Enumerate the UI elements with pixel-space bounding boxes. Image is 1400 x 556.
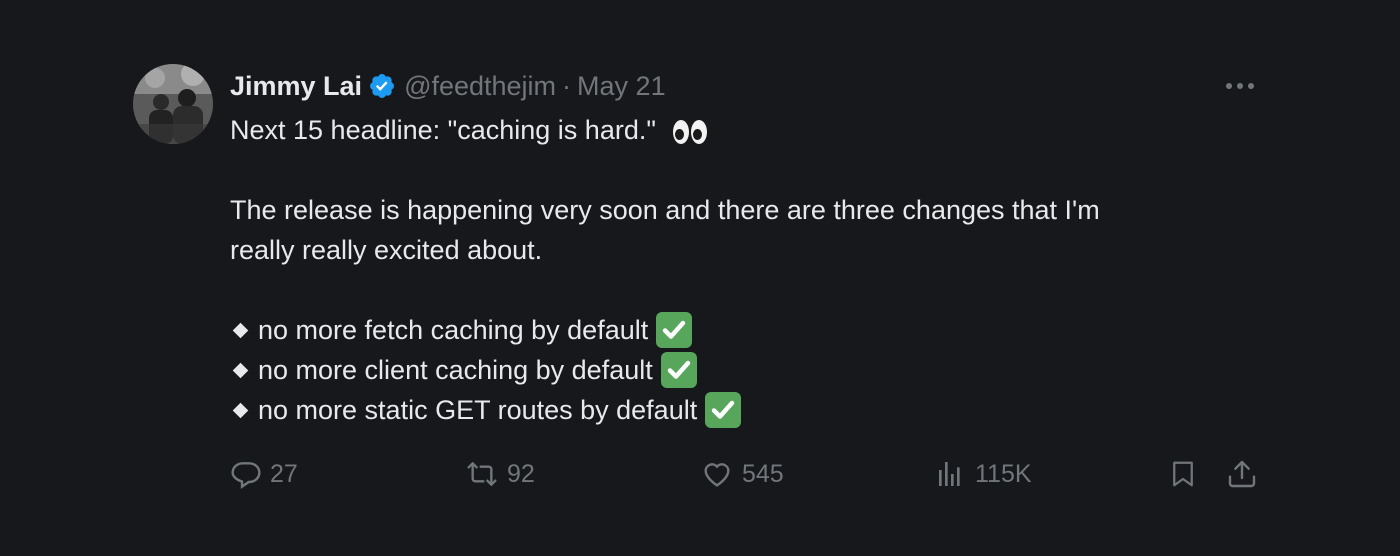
views-count: 115K bbox=[975, 459, 1032, 488]
reply-count: 27 bbox=[270, 459, 298, 488]
bookmark-button[interactable] bbox=[1168, 454, 1198, 494]
check-mark-icon bbox=[660, 352, 697, 388]
list-item: no more client caching by default bbox=[230, 350, 1250, 390]
reply-icon bbox=[230, 458, 262, 490]
tweet-line: really really excited about. bbox=[230, 235, 543, 265]
tweet-headline: Next 15 headline: "caching is hard." bbox=[230, 115, 656, 145]
diamond-bullet-icon bbox=[232, 362, 249, 378]
heart-icon bbox=[700, 458, 734, 490]
list-item: no more static GET routes by default bbox=[230, 390, 1250, 430]
repost-button[interactable]: 92 bbox=[465, 454, 535, 494]
author-handle[interactable]: @feedthejim bbox=[404, 71, 556, 102]
list-item-text: no more static GET routes by default bbox=[258, 395, 698, 425]
tweet-header: Jimmy Lai @feedthejim · May 21 bbox=[230, 68, 666, 104]
bookmark-icon bbox=[1168, 457, 1198, 491]
views-chart-icon bbox=[935, 458, 967, 490]
repost-count: 92 bbox=[507, 459, 535, 488]
like-count: 545 bbox=[742, 459, 784, 488]
verified-badge-icon bbox=[368, 72, 396, 100]
avatar-image bbox=[133, 64, 213, 144]
share-button[interactable] bbox=[1226, 454, 1258, 494]
more-options-icon[interactable] bbox=[1220, 68, 1260, 104]
repost-icon bbox=[465, 458, 499, 490]
reply-button[interactable]: 27 bbox=[230, 454, 298, 494]
tweet-line: The release is happening very soon and t… bbox=[230, 195, 1100, 225]
check-mark-icon bbox=[656, 312, 693, 348]
check-mark-icon bbox=[705, 392, 742, 428]
tweet-date[interactable]: May 21 bbox=[577, 71, 666, 102]
diamond-bullet-icon bbox=[232, 322, 249, 338]
tweet-text: Next 15 headline: "caching is hard." The… bbox=[230, 110, 1250, 430]
like-button[interactable]: 545 bbox=[700, 454, 784, 494]
views-button[interactable]: 115K bbox=[935, 454, 1032, 494]
tweet-line: Next 15 headline: "caching is hard." bbox=[230, 110, 1250, 150]
diamond-bullet-icon bbox=[232, 402, 249, 418]
avatar[interactable] bbox=[133, 64, 213, 144]
list-item: no more fetch caching by default bbox=[230, 310, 1250, 350]
list-item-text: no more fetch caching by default bbox=[258, 315, 649, 345]
list-item-text: no more client caching by default bbox=[258, 355, 653, 385]
author-name[interactable]: Jimmy Lai bbox=[230, 71, 362, 102]
action-bar: 27 92 545 115K bbox=[230, 454, 1270, 494]
separator-dot: · bbox=[562, 70, 572, 101]
eyes-emoji-icon bbox=[673, 119, 708, 144]
share-icon bbox=[1226, 457, 1258, 491]
